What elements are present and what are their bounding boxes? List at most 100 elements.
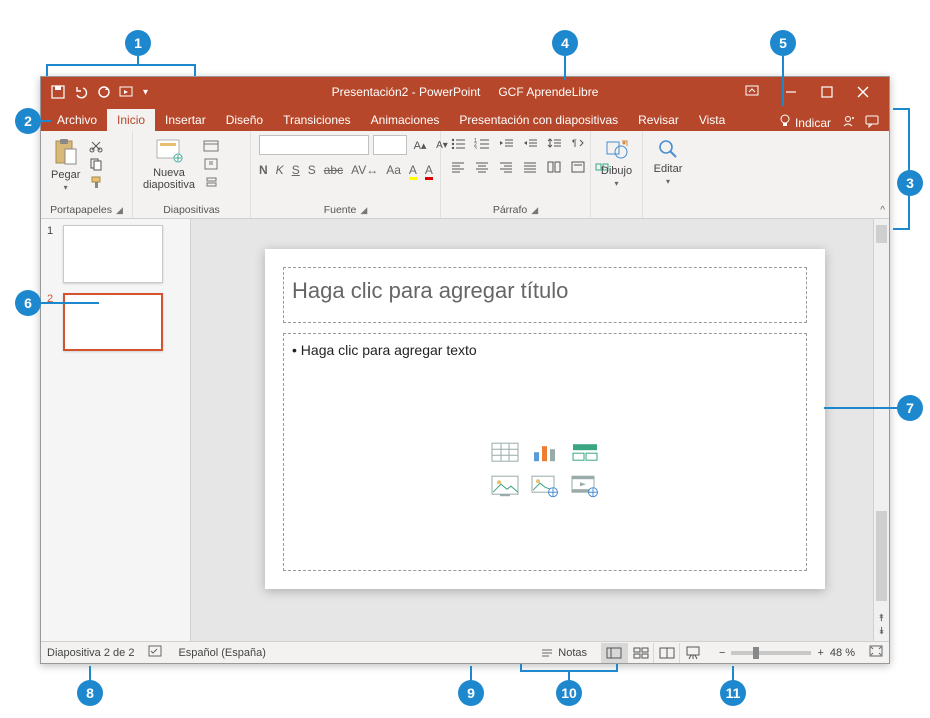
thumbnail-row-1[interactable]: 1 bbox=[47, 225, 184, 283]
align-center-icon[interactable] bbox=[473, 159, 491, 175]
comments-icon[interactable] bbox=[865, 114, 879, 131]
bold-button[interactable]: N bbox=[259, 163, 268, 180]
nueva-diapositiva-button[interactable]: Nueva diapositiva bbox=[141, 135, 197, 193]
layout-icon[interactable] bbox=[203, 139, 219, 153]
titlebar: ▾ Presentación2 - PowerPoint GCF Aprende… bbox=[41, 77, 889, 107]
content-placeholder[interactable]: • Haga clic para agregar texto bbox=[283, 333, 807, 571]
zoom-slider-thumb[interactable] bbox=[753, 647, 759, 659]
start-from-beginning-icon[interactable] bbox=[119, 85, 135, 99]
char-spacing-button[interactable]: AV↔ bbox=[351, 163, 378, 180]
tab-vista[interactable]: Vista bbox=[689, 109, 735, 131]
callout-line bbox=[564, 56, 566, 80]
callout-line bbox=[893, 108, 909, 110]
bullets-icon[interactable] bbox=[449, 135, 467, 151]
document-title: Presentación2 - PowerPoint bbox=[332, 85, 481, 99]
scrollbar-thumb[interactable] bbox=[876, 225, 887, 243]
callout-8: 8 bbox=[77, 680, 103, 706]
dibujo-button[interactable]: Dibujo ▾ bbox=[599, 135, 634, 190]
copy-icon[interactable] bbox=[88, 157, 104, 171]
text-direction-icon[interactable]: ¶ bbox=[569, 135, 587, 151]
increase-indent-icon[interactable] bbox=[521, 135, 539, 151]
pegar-button[interactable]: Pegar ▾ bbox=[49, 135, 82, 194]
dialog-launcher-icon[interactable]: ◢ bbox=[360, 205, 367, 216]
qat-dropdown-icon[interactable]: ▾ bbox=[143, 87, 148, 98]
dialog-launcher-icon[interactable]: ◢ bbox=[531, 205, 538, 216]
share-icon[interactable] bbox=[841, 114, 855, 131]
insert-video-icon[interactable] bbox=[568, 473, 602, 499]
underline-button[interactable]: S bbox=[292, 163, 300, 180]
tab-presentacion[interactable]: Presentación con diapositivas bbox=[449, 109, 628, 131]
save-icon[interactable] bbox=[51, 85, 65, 99]
insert-table-icon[interactable] bbox=[488, 439, 522, 465]
tell-me[interactable]: Indicar bbox=[779, 114, 831, 131]
notes-button[interactable]: Notas bbox=[540, 647, 587, 659]
section-icon[interactable] bbox=[203, 175, 219, 189]
prev-slide-icon[interactable]: ⯭ bbox=[879, 613, 885, 624]
maximize-button[interactable] bbox=[809, 77, 845, 107]
tab-inicio[interactable]: Inicio bbox=[107, 109, 155, 131]
change-case-button[interactable]: Aa bbox=[386, 163, 401, 180]
editar-button[interactable]: Editar ▾ bbox=[652, 135, 685, 188]
increase-font-icon[interactable]: A▴ bbox=[411, 137, 429, 153]
next-slide-icon[interactable]: ⯯ bbox=[879, 626, 885, 637]
italic-button[interactable]: K bbox=[276, 163, 284, 180]
columns-icon[interactable] bbox=[545, 159, 563, 175]
align-left-icon[interactable] bbox=[449, 159, 467, 175]
decrease-indent-icon[interactable] bbox=[497, 135, 515, 151]
align-text-icon[interactable] bbox=[569, 159, 587, 175]
insert-online-picture-icon[interactable] bbox=[528, 473, 562, 499]
normal-view-button[interactable] bbox=[601, 643, 627, 663]
insert-smartart-icon[interactable] bbox=[568, 439, 602, 465]
numbering-icon[interactable]: 123 bbox=[473, 135, 491, 151]
scrollbar-thumb[interactable] bbox=[876, 511, 887, 601]
slide-thumbnail-1[interactable] bbox=[63, 225, 163, 283]
title-placeholder[interactable]: Haga clic para agregar título bbox=[283, 267, 807, 323]
redo-icon[interactable] bbox=[97, 85, 111, 99]
ribbon: Pegar ▾ Portapapeles ◢ Nueva diapositiva bbox=[41, 131, 889, 219]
zoom-percent[interactable]: 48 % bbox=[830, 647, 855, 659]
zoom-in-button[interactable]: + bbox=[817, 647, 823, 659]
slide-sorter-view-button[interactable] bbox=[627, 643, 653, 663]
align-right-icon[interactable] bbox=[497, 159, 515, 175]
spellcheck-icon[interactable] bbox=[148, 644, 164, 661]
font-color-button[interactable]: A bbox=[425, 163, 433, 180]
tab-transiciones[interactable]: Transiciones bbox=[273, 109, 361, 131]
font-family-combo[interactable] bbox=[259, 135, 369, 155]
reading-view-button[interactable] bbox=[653, 643, 679, 663]
vertical-scrollbar[interactable]: ⯭ ⯯ bbox=[873, 219, 889, 641]
callout-line bbox=[893, 228, 909, 230]
minimize-button[interactable] bbox=[773, 77, 809, 107]
callout-line bbox=[46, 64, 196, 66]
font-size-combo[interactable] bbox=[373, 135, 407, 155]
strikethrough-button[interactable]: abc bbox=[324, 163, 343, 180]
undo-icon[interactable] bbox=[73, 85, 89, 99]
tab-revisar[interactable]: Revisar bbox=[628, 109, 689, 131]
format-painter-icon[interactable] bbox=[88, 175, 104, 189]
cut-icon[interactable] bbox=[88, 139, 104, 153]
collapse-ribbon-icon[interactable]: ^ bbox=[880, 205, 885, 216]
reset-icon[interactable] bbox=[203, 157, 219, 171]
close-button[interactable] bbox=[845, 77, 881, 107]
insert-picture-icon[interactable] bbox=[488, 473, 522, 499]
justify-icon[interactable] bbox=[521, 159, 539, 175]
zoom-out-button[interactable]: − bbox=[719, 647, 725, 659]
tab-animaciones[interactable]: Animaciones bbox=[361, 109, 450, 131]
line-spacing-icon[interactable] bbox=[545, 135, 563, 151]
ribbon-display-icon[interactable] bbox=[745, 85, 759, 100]
fit-to-window-icon[interactable] bbox=[869, 645, 883, 660]
tab-archivo[interactable]: Archivo bbox=[47, 109, 107, 131]
language-indicator[interactable]: Español (España) bbox=[178, 647, 265, 659]
group-fuente: A▴ A▾ N K S S abc AV↔ Aa A A Fuente ◢ bbox=[251, 131, 441, 218]
tab-diseno[interactable]: Diseño bbox=[216, 109, 273, 131]
shadow-button[interactable]: S bbox=[308, 163, 316, 180]
tab-insertar[interactable]: Insertar bbox=[155, 109, 216, 131]
view-buttons bbox=[601, 643, 705, 663]
insert-chart-icon[interactable] bbox=[528, 439, 562, 465]
slide[interactable]: Haga clic para agregar título • Haga cli… bbox=[265, 249, 825, 589]
font-highlight-button[interactable]: A bbox=[409, 163, 417, 180]
ribbon-tabs: Archivo Inicio Insertar Diseño Transicio… bbox=[41, 107, 889, 131]
dialog-launcher-icon[interactable]: ◢ bbox=[116, 205, 123, 216]
slideshow-view-button[interactable] bbox=[679, 643, 705, 663]
zoom-slider[interactable] bbox=[731, 651, 811, 655]
group-parrafo: 123 ¶ Párrafo ◢ bbox=[441, 131, 591, 218]
